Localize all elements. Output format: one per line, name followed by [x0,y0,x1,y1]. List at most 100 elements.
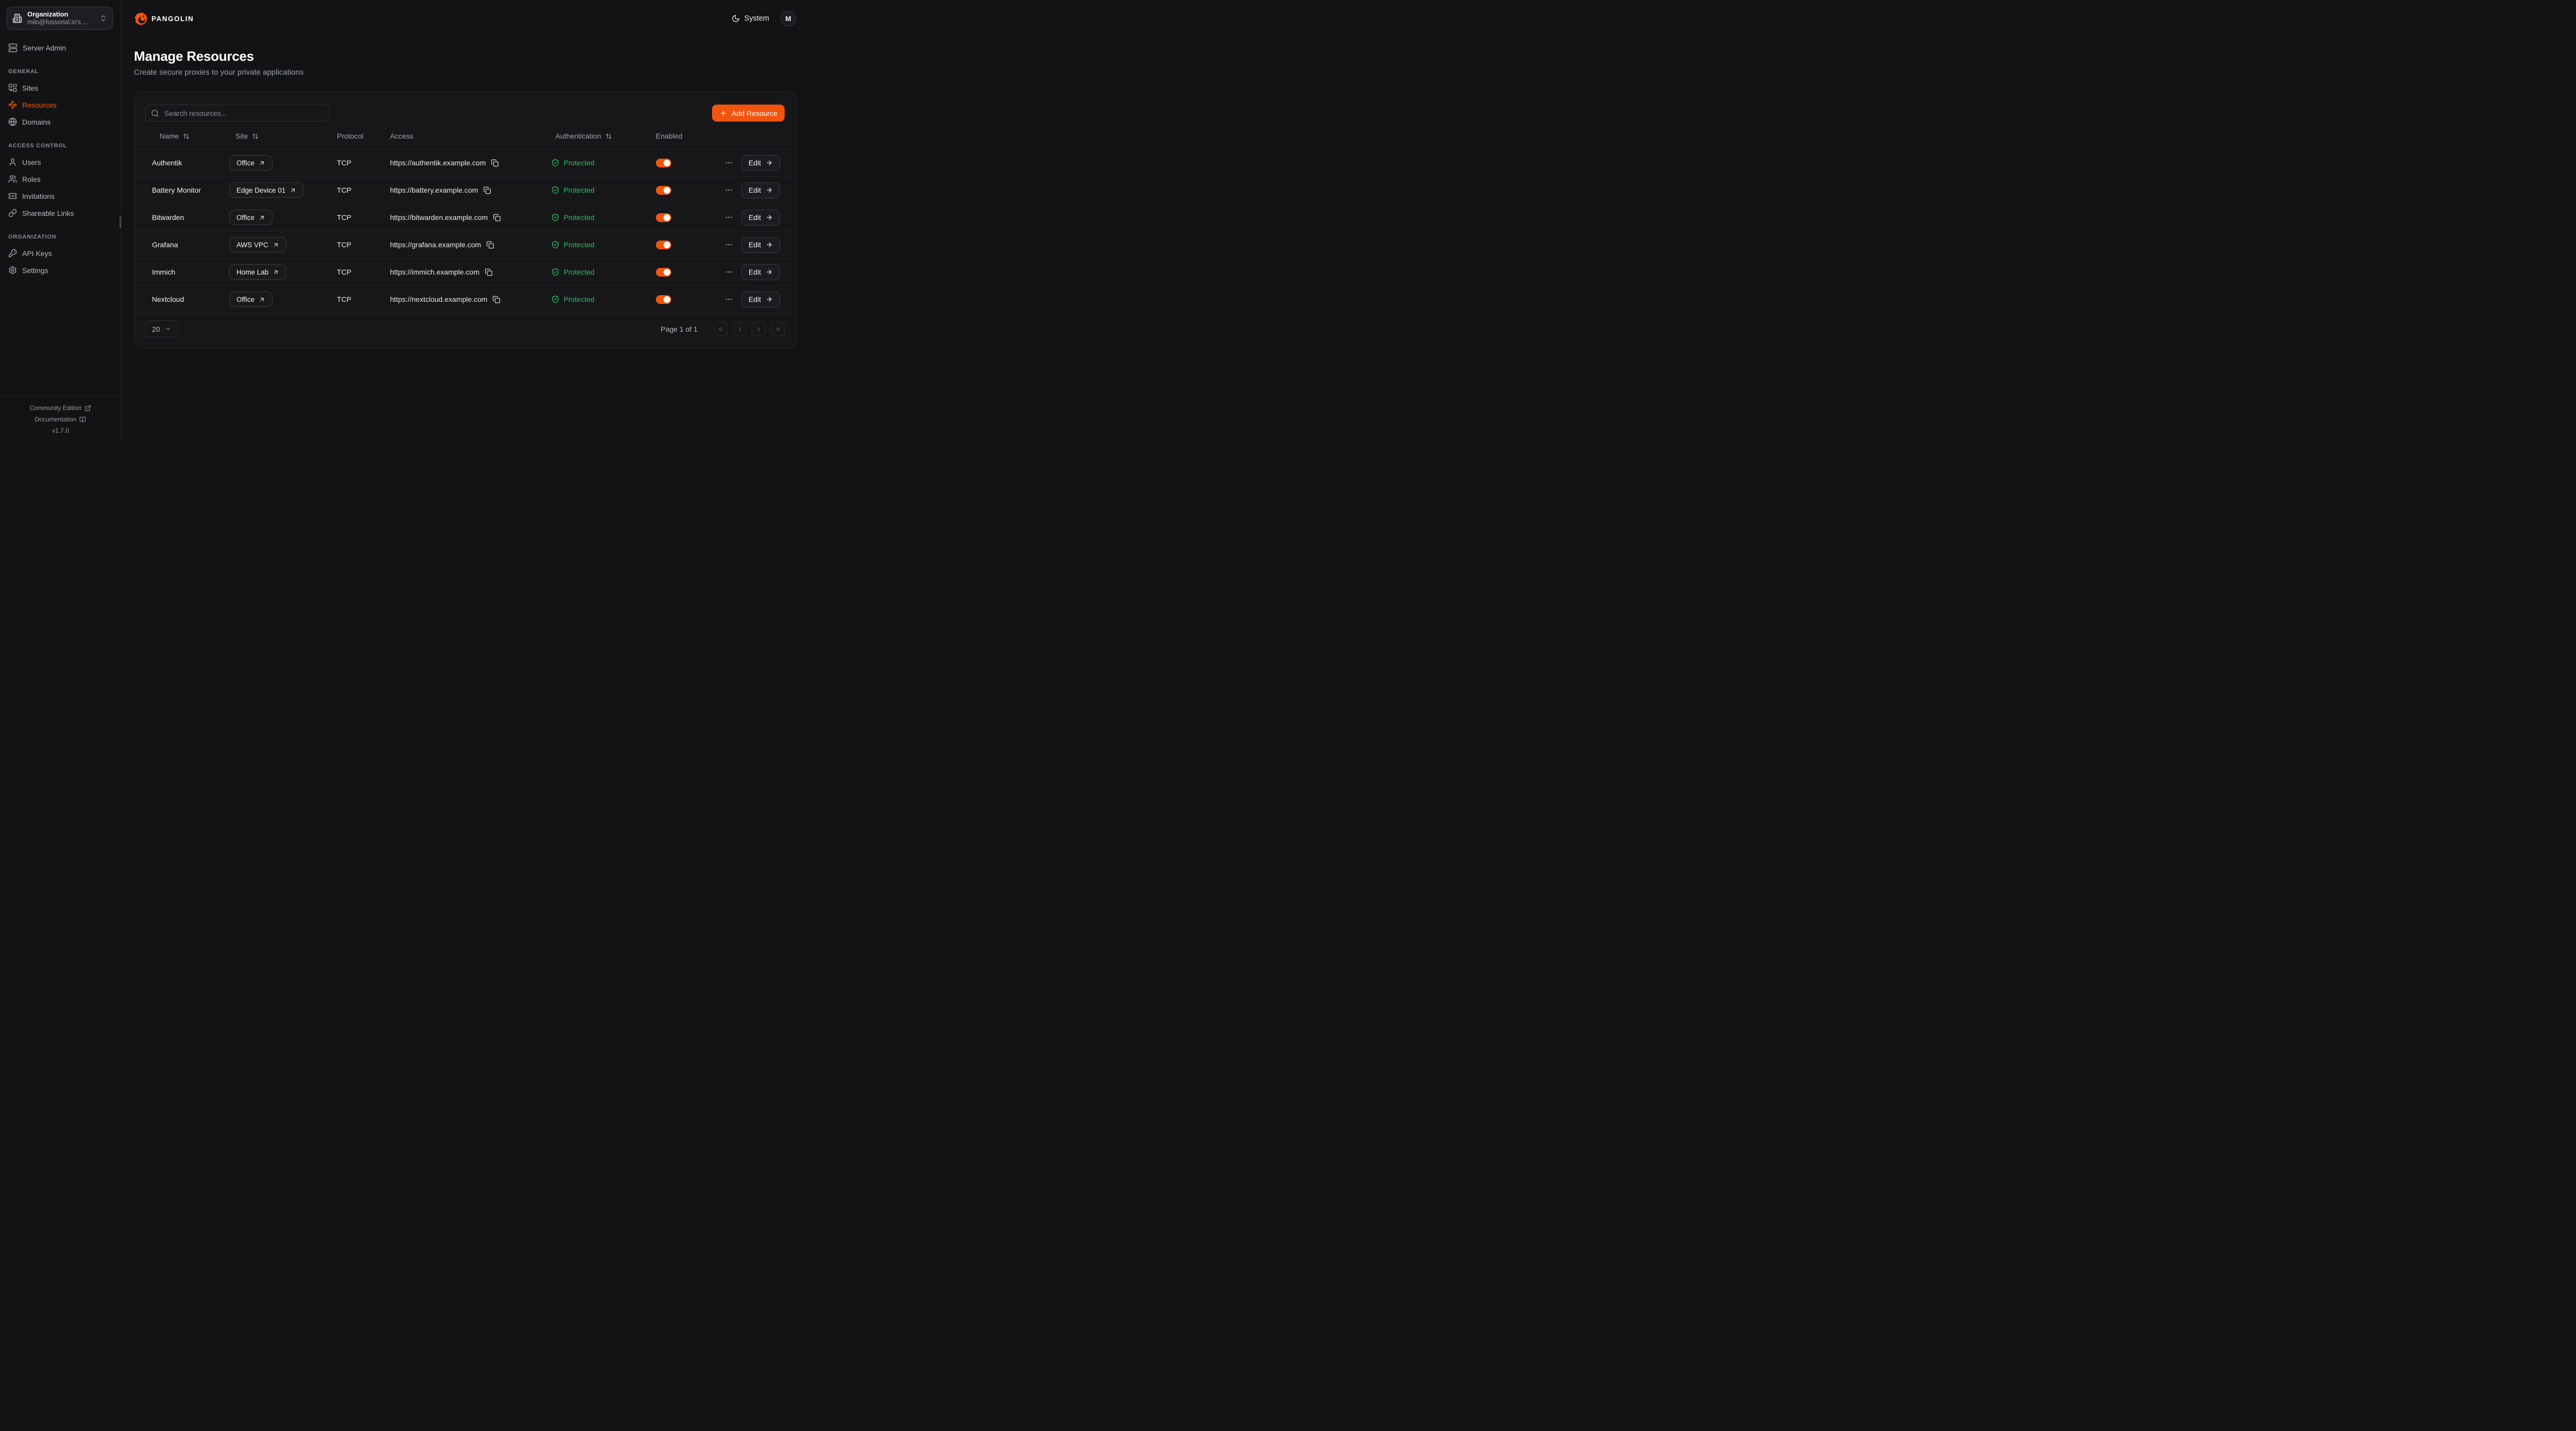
row-menu-button[interactable] [725,241,733,249]
enabled-toggle[interactable] [656,241,671,249]
copy-url-button[interactable] [486,241,494,249]
chevrons-up-down-icon [99,14,107,22]
site-link-button[interactable]: Office [229,155,273,171]
site-link-button[interactable]: Home Lab [229,264,286,280]
site-name: AWS VPC [236,241,268,249]
site-name: Edge Device 01 [236,186,285,194]
page-subtitle: Create secure proxies to your private ap… [134,68,796,77]
row-menu-button[interactable] [725,295,733,303]
edit-button[interactable]: Edit [741,155,780,171]
ellipsis-icon [725,268,733,276]
sidebar-item-domains[interactable]: Domains [8,113,113,130]
enabled-toggle[interactable] [656,268,671,277]
column-label: Authentication [555,132,601,140]
site-link-button[interactable]: Office [229,292,273,307]
user-icon [8,158,17,166]
chevrons-right-icon [774,326,782,333]
ellipsis-icon [725,295,733,303]
sort-icon [605,133,612,140]
copy-url-button[interactable] [491,159,499,167]
edit-button[interactable]: Edit [741,264,780,280]
sidebar-item-server-admin[interactable]: Server Admin [8,39,113,56]
copy-icon [491,159,499,167]
arrow-right-icon [766,186,773,194]
key-icon [8,249,17,258]
site-cell: Office [229,155,337,171]
copy-url-button[interactable] [485,268,493,276]
arrow-up-right-icon [273,242,279,248]
row-menu-button[interactable] [725,213,733,222]
documentation-link[interactable]: Documentation [0,414,121,425]
column-header-authentication[interactable]: Authentication [551,132,656,140]
arrow-up-right-icon [290,187,296,194]
protocol-cell: TCP [337,295,390,303]
enabled-toggle[interactable] [656,213,671,222]
sort-icon [183,133,190,140]
sidebar-item-resources[interactable]: Resources [8,96,113,113]
sidebar-item-invitations[interactable]: Invitations [8,188,113,205]
sidebar-item-shareable-links[interactable]: Shareable Links [8,205,113,222]
enabled-cell [656,241,724,249]
authentication-status: Protected [564,186,595,194]
edit-button[interactable]: Edit [741,210,780,226]
edit-button[interactable]: Edit [741,237,780,253]
resource-name: Immich [152,268,229,276]
actions-cell: Edit [724,155,780,171]
enabled-toggle[interactable] [656,159,671,167]
site-cell: Edge Device 01 [229,182,337,198]
avatar[interactable]: M [781,11,796,26]
site-link-button[interactable]: Office [229,210,273,225]
previous-page-button[interactable] [733,322,747,336]
sidebar-item-sites[interactable]: Sites [8,79,113,96]
column-header-name[interactable]: Name [152,132,229,140]
site-link-button[interactable]: AWS VPC [229,237,286,252]
last-page-button[interactable] [771,322,785,336]
site-link-button[interactable]: Edge Device 01 [229,182,303,198]
arrow-up-right-icon [259,160,265,166]
sidebar-item-label: Server Admin [23,44,66,52]
copy-url-button[interactable] [493,296,500,303]
table-row: Battery Monitor Edge Device 01 TCP https… [134,177,795,204]
enabled-toggle[interactable] [656,295,671,304]
community-edition-link[interactable]: Community Edition [0,402,121,414]
copy-url-button[interactable] [483,186,491,194]
arrow-right-icon [766,159,773,166]
column-header-site[interactable]: Site [229,132,337,140]
sidebar-item-users[interactable]: Users [8,154,113,171]
access-url: https://battery.example.com [390,186,478,194]
enabled-toggle[interactable] [656,186,671,195]
edit-button[interactable]: Edit [741,292,780,308]
sidebar-item-settings[interactable]: Settings [8,262,113,279]
actions-cell: Edit [724,264,780,280]
search-input[interactable] [145,105,330,122]
column-label: Access [390,132,413,140]
enabled-cell [656,213,724,222]
actions-cell: Edit [724,182,780,198]
edit-button[interactable]: Edit [741,182,780,198]
arrow-up-right-icon [259,296,265,303]
theme-toggle[interactable]: System [732,14,769,23]
search-icon [151,109,159,117]
gear-icon [8,266,17,275]
copy-url-button[interactable] [493,214,501,222]
org-selector[interactable]: Organization milo@fossorial.io's ... [7,7,113,30]
sidebar-scrollbar[interactable] [120,216,121,228]
toggle-knob [664,187,670,194]
first-page-button[interactable] [714,322,727,336]
resource-name: Authentik [152,159,229,167]
authentication-cell: Protected [551,186,656,194]
sidebar-item-roles[interactable]: Roles [8,171,113,188]
copy-icon [493,214,501,222]
site-name: Office [236,296,255,303]
site-cell: AWS VPC [229,237,337,252]
page-size-select[interactable]: 20 [145,320,178,337]
org-selector-label: Organization [27,10,94,19]
sidebar-item-api-keys[interactable]: API Keys [8,245,113,262]
row-menu-button[interactable] [725,268,733,276]
add-resource-button[interactable]: Add Resource [712,105,785,122]
access-cell: https://immich.example.com [390,268,551,276]
next-page-button[interactable] [752,322,766,336]
row-menu-button[interactable] [725,186,733,194]
arrow-right-icon [766,268,773,276]
row-menu-button[interactable] [725,159,733,167]
